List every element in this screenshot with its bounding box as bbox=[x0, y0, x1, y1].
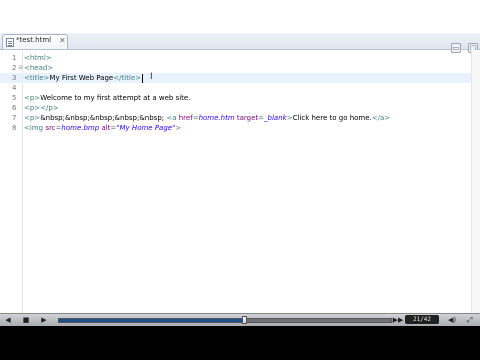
tab-label: *test.html bbox=[16, 36, 52, 44]
text-cursor-icon: I bbox=[150, 72, 153, 82]
code-token: src bbox=[45, 124, 56, 132]
code-token: <p> bbox=[24, 104, 41, 112]
code-token: &nbsp;&nbsp;&nbsp;&nbsp;&nbsp; bbox=[40, 114, 167, 122]
line-number: 5 bbox=[12, 94, 17, 102]
play-button[interactable]: ▶ bbox=[38, 315, 50, 325]
code-token: home.bmp bbox=[61, 124, 100, 132]
code-line[interactable]: 8 <img src=home.bmp alt="My Home Page"> bbox=[0, 123, 480, 133]
line-number: 6 bbox=[12, 104, 17, 112]
code-text: <title>My First Web Page</title> bbox=[24, 73, 143, 83]
code-token: </title> bbox=[113, 74, 141, 82]
code-token: Click here to go home. bbox=[292, 114, 372, 122]
seek-handle[interactable] bbox=[242, 316, 247, 324]
code-editor[interactable]: 1 <html> 2 ⊖ <head> 3 <title>My First Web Page… bbox=[0, 50, 480, 313]
code-token: > bbox=[175, 124, 182, 132]
seek-bar-progress bbox=[59, 319, 245, 322]
html-file-icon bbox=[6, 38, 14, 47]
volume-icon[interactable]: ◀) bbox=[446, 315, 458, 325]
code-token: _blank bbox=[264, 114, 287, 122]
line-number: 3 bbox=[12, 74, 17, 82]
fullscreen-icon[interactable]: ⤢ bbox=[464, 315, 476, 325]
code-token: <a bbox=[166, 114, 179, 122]
code-line[interactable]: 4 bbox=[0, 83, 480, 93]
code-token: Welcome to my first attempt at a web sit… bbox=[40, 94, 191, 102]
line-number: 7 bbox=[12, 114, 17, 122]
slide-counter: 21/42 bbox=[405, 315, 439, 324]
line-number: 8 bbox=[12, 124, 17, 132]
line-number: 1 bbox=[12, 54, 17, 62]
code-text: <p>Welcome to my first attempt at a web … bbox=[24, 93, 190, 103]
tab-test-html[interactable]: *test.html ✕ bbox=[2, 34, 68, 49]
code-token: <img bbox=[24, 124, 46, 132]
editor-screen: *test.html ✕ ▭ ▢ 1 <html> 2 ⊖ <head> 3 <title>… bbox=[0, 0, 480, 313]
code-text: <p></p> bbox=[24, 103, 59, 113]
close-tab-icon[interactable]: ✕ bbox=[59, 36, 66, 45]
editor-tab-bar: *test.html ✕ ▭ ▢ bbox=[0, 33, 480, 53]
line-number: 4 bbox=[12, 84, 17, 92]
code-text: <head> bbox=[24, 63, 53, 73]
video-player-controls: ◀ ■ ▶ ▶▶ 21/42 ◀) ⤢ bbox=[0, 313, 480, 326]
previous-button[interactable]: ◀ bbox=[2, 315, 14, 325]
code-token: </p> bbox=[40, 104, 59, 112]
code-token: <head> bbox=[24, 64, 54, 72]
code-line[interactable]: 1 <html> bbox=[0, 53, 480, 63]
code-token: target bbox=[236, 114, 259, 122]
code-text: <p>&nbsp;&nbsp;&nbsp;&nbsp;&nbsp; <a hre… bbox=[24, 113, 390, 123]
code-text: <img src=home.bmp alt="My Home Page"> bbox=[24, 123, 181, 133]
code-token: "My Home Page" bbox=[116, 124, 176, 132]
code-line[interactable]: 3 <title>My First Web Page</title> bbox=[0, 73, 480, 83]
editor-window-buttons: ▭ ▢ bbox=[449, 35, 478, 53]
code-token: home.htm bbox=[198, 114, 235, 122]
code-token: </a> bbox=[371, 114, 391, 122]
code-token: <p> bbox=[24, 114, 41, 122]
code-token: <html> bbox=[24, 54, 52, 62]
text-caret bbox=[142, 73, 143, 83]
code-line[interactable]: 7 <p>&nbsp;&nbsp;&nbsp;&nbsp;&nbsp; <a hr… bbox=[0, 113, 480, 123]
next-button[interactable]: ▶▶ bbox=[392, 315, 404, 325]
code-line[interactable]: 6 <p></p> bbox=[0, 103, 480, 113]
fold-toggle-icon[interactable]: ⊖ bbox=[18, 63, 23, 73]
code-token: href bbox=[178, 114, 193, 122]
code-token: My First Web Page bbox=[49, 74, 114, 82]
seek-bar[interactable] bbox=[58, 316, 392, 324]
code-token: <title> bbox=[24, 74, 50, 82]
overview-ruler[interactable] bbox=[471, 50, 480, 313]
code-line[interactable]: 2 ⊖ <head> bbox=[0, 63, 480, 73]
code-line[interactable]: 5 <p>Welcome to my first attempt at a web… bbox=[0, 93, 480, 103]
stop-button[interactable]: ■ bbox=[20, 315, 32, 325]
code-token: <p> bbox=[24, 94, 41, 102]
code-text: <html> bbox=[24, 53, 52, 63]
